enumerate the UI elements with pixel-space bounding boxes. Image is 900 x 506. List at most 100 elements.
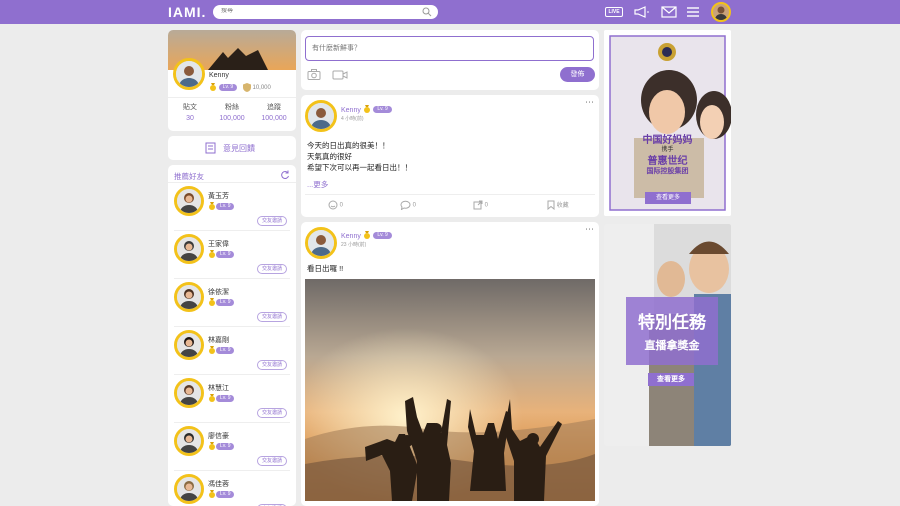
points-value: 10,000 [252,85,271,92]
medal-icon [209,442,215,451]
post-input[interactable] [305,36,594,61]
friend-invite-button[interactable]: 交友邀請 [257,456,287,466]
post-time: 23 小時(前) [341,242,367,248]
profile-avatar[interactable] [173,58,205,90]
friend-name[interactable]: 馮佳蓉 [208,479,229,489]
megaphone-icon[interactable] [634,6,650,18]
divider [305,194,595,195]
level-badge: Lv. 9 [216,203,235,211]
share-count: 0 [484,202,489,209]
stat-label-posts: 貼文 [183,104,197,111]
mail-icon[interactable] [661,6,677,18]
save-label: 收藏 [556,203,569,209]
friend-invite-button[interactable]: 交友邀請 [257,312,287,322]
level-badge: Lv. 9 [218,84,238,91]
user-avatar[interactable] [711,2,731,22]
level-badge: Lv. 9 [216,251,235,259]
friend-avatar[interactable] [174,378,204,408]
friend-name[interactable]: 廖信豪 [208,431,229,441]
divider [174,374,290,375]
profile-name[interactable]: Kenny [209,72,229,79]
post-time: 4 小時(前) [341,116,364,122]
friend-invite-button[interactable]: 交友邀請 [257,408,287,418]
post-text-line: 天氣真的很好 [307,152,352,161]
search-input[interactable] [221,8,411,14]
friend-avatar[interactable] [174,330,204,360]
like-count: 0 [339,202,344,209]
medal-icon [209,346,215,355]
search-bar[interactable] [213,5,438,19]
comment-icon [400,200,411,211]
feedback-button[interactable]: 意見回饋 [168,136,296,160]
friend-name[interactable]: 林嘉剛 [208,335,229,345]
friend-badges: Lv. 9 [208,394,235,403]
post-text-line: 看日出囉 !! [307,264,344,273]
medal-icon [209,202,215,211]
stat-value-fans[interactable]: 100,000 [212,115,252,122]
post-card: Kenny Lv. 9 23 小時(前) ⋯ 看日出囉 !! [301,222,599,506]
friend-name[interactable]: 林慧江 [208,383,229,393]
friend-invite-button[interactable]: 交友邀請 [257,264,287,274]
divider [174,470,290,471]
search-icon[interactable] [422,7,432,17]
video-icon[interactable] [332,70,348,80]
friend-avatar[interactable] [174,282,204,312]
divider [168,97,296,98]
post-author-avatar[interactable] [305,100,337,132]
refresh-icon[interactable] [280,170,290,180]
post-author-name[interactable]: Kenny [341,233,361,240]
ad-line: 普惠世纪 [647,156,688,167]
level-badge: Lv. 9 [216,395,235,403]
level-badge: Lv. 9 [216,299,235,307]
live-button[interactable]: LIVE [605,7,623,17]
post-author-line: Kenny Lv. 9 [341,105,392,114]
friend-name[interactable]: 王家偉 [208,239,229,249]
ad-cta-button[interactable]: 查看更多 [648,373,694,386]
publish-button[interactable]: 發佈 [560,67,595,82]
like-action[interactable]: 0 [328,200,343,210]
menu-icon[interactable] [686,6,700,18]
friend-avatar[interactable] [174,234,204,264]
ad-banner[interactable]: 中国好妈妈 携手 普惠世纪 国际控股集团 查看更多 [604,30,731,216]
friend-badges: Lv. 9 [208,202,235,211]
post-image[interactable] [305,279,595,501]
more-options-icon[interactable]: ⋯ [585,97,594,108]
medal-icon [209,394,215,403]
camera-icon[interactable] [307,69,321,80]
app-logo[interactable]: IAMI. [168,4,206,20]
medal-icon [210,83,216,91]
friend-invite-button[interactable]: 交友邀請 [257,216,287,226]
ad-cta-button[interactable]: 查看更多 [645,192,691,204]
friend-avatar[interactable] [174,426,204,456]
level-badge: Lv. 9 [373,106,392,114]
ad-title: 特別任務 [638,313,706,332]
friend-badges: Lv. 9 [208,298,235,307]
comment-action[interactable]: 0 [400,200,416,211]
ad-banner[interactable]: 特別任務 直播拿獎金 查看更多 [604,224,731,446]
stat-value-posts[interactable]: 30 [170,115,210,122]
stat-label-fans: 粉絲 [225,104,239,111]
more-options-icon[interactable]: ⋯ [585,224,594,235]
shield-icon [242,83,251,92]
share-action[interactable]: 0 [473,200,488,210]
friend-name[interactable]: 徐依潔 [208,287,229,297]
friend-badges: Lv. 9 [208,490,235,499]
read-more-link[interactable]: ...更多 [307,179,328,190]
post-card: Kenny Lv. 9 4 小時(前) ⋯ 今天的日出真的很美！！ 天氣真的很好… [301,95,599,217]
save-action[interactable]: 收藏 [547,200,569,211]
level-badge: Lv. 9 [216,347,235,355]
stat-value-following[interactable]: 100,000 [254,115,294,122]
friend-invite-button[interactable]: 交友邀請 [257,360,287,370]
friend-avatar[interactable] [174,474,204,504]
post-author-name[interactable]: Kenny [341,107,361,114]
stat-label-following: 追蹤 [267,104,281,111]
friend-avatar[interactable] [174,186,204,216]
feedback-label: 意見回饋 [223,144,255,153]
friend-name[interactable]: 黃玉芳 [208,191,229,201]
divider [174,278,290,279]
post-author-avatar[interactable] [305,227,337,259]
divider [168,182,296,183]
ad-subtitle: 直播拿獎金 [644,340,700,352]
level-badge: Lv. 9 [216,443,235,451]
medal-icon [364,105,371,114]
